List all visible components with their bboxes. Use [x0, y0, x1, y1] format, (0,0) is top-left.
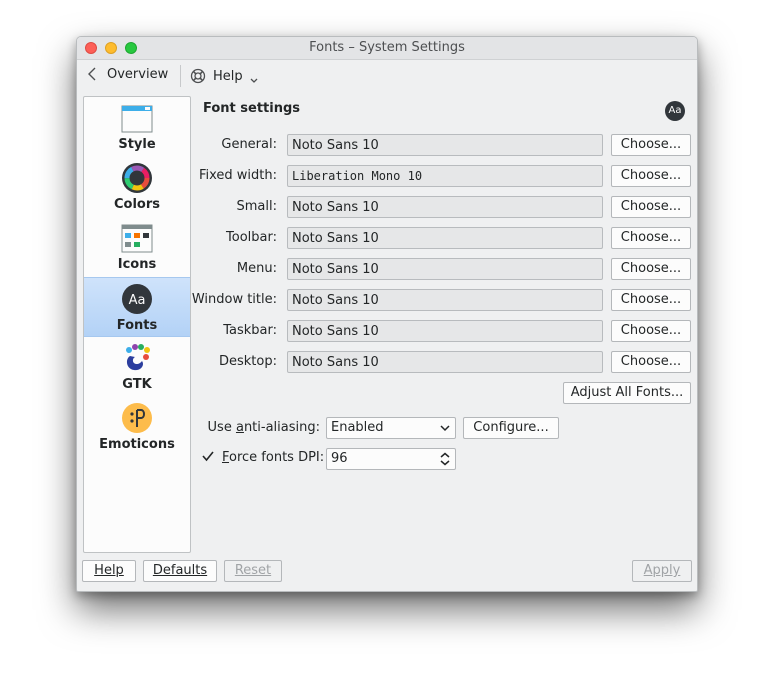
choose-fixed-width-button[interactable]: Choose... [611, 165, 691, 187]
choose-taskbar-button[interactable]: Choose... [611, 320, 691, 342]
general-font-field[interactable]: Noto Sans 10 [287, 134, 603, 156]
defaults-button[interactable]: Defaults [143, 560, 217, 582]
force-dpi-label: Force fonts DPI: [222, 450, 325, 465]
choose-general-button[interactable]: Choose... [611, 134, 691, 156]
choose-menu-button[interactable]: Choose... [611, 258, 691, 280]
fixed-width-label: Fixed width: [198, 168, 277, 183]
toolbar-font-field[interactable]: Noto Sans 10 [287, 227, 603, 249]
overview-button[interactable]: Overview [85, 66, 168, 82]
spin-arrows-icon [440, 452, 450, 466]
window-title: Fonts – System Settings [309, 40, 465, 55]
help-menu-button[interactable]: Help [190, 66, 259, 86]
chevron-left-icon [88, 67, 96, 81]
configure-button[interactable]: Configure... [463, 417, 559, 439]
window-title-label: Window title: [191, 292, 277, 307]
menu-font-field[interactable]: Noto Sans 10 [287, 258, 603, 280]
general-label: General: [221, 137, 277, 152]
panel-title: Font settings [203, 101, 301, 116]
taskbar-font-field[interactable]: Noto Sans 10 [287, 320, 603, 342]
chevron-down-icon [250, 78, 258, 83]
desktop-label: Desktop: [219, 354, 277, 369]
menu-label: Menu: [236, 261, 277, 276]
toolbar-separator [180, 65, 181, 87]
choose-toolbar-button[interactable]: Choose... [611, 227, 691, 249]
apply-button[interactable]: Apply [632, 560, 692, 582]
overview-label: Overview [107, 66, 169, 82]
dpi-spinbox[interactable]: 96 [326, 448, 456, 470]
fixed-width-font-field[interactable]: Liberation Mono 10 [287, 165, 603, 187]
antialias-label: Use anti-aliasing: [207, 420, 320, 435]
antialias-select[interactable]: Enabled [326, 417, 456, 439]
choose-window-title-button[interactable]: Choose... [611, 289, 691, 311]
chevron-down-icon [440, 425, 450, 432]
force-dpi-checkbox[interactable] [201, 449, 215, 463]
settings-window: Fonts – System Settings Overview Help St… [76, 36, 698, 592]
help-lifebuoy-icon [190, 68, 206, 84]
reset-button[interactable]: Reset [224, 560, 282, 582]
title-bar[interactable]: Fonts – System Settings [77, 37, 697, 60]
sidebar-item-label: GTK [122, 377, 152, 392]
choose-desktop-button[interactable]: Choose... [611, 351, 691, 373]
small-font-field[interactable]: Noto Sans 10 [287, 196, 603, 218]
help-button[interactable]: Help [82, 560, 136, 582]
fonts-badge-icon: Aa [665, 101, 685, 121]
window-title-font-field[interactable]: Noto Sans 10 [287, 289, 603, 311]
toolbar: Overview Help [77, 60, 697, 92]
help-label: Help [213, 68, 243, 84]
taskbar-label: Taskbar: [223, 323, 277, 338]
choose-small-button[interactable]: Choose... [611, 196, 691, 218]
desktop-font-field[interactable]: Noto Sans 10 [287, 351, 603, 373]
style-icon [121, 105, 153, 133]
sidebar-item-label: Emoticons [99, 437, 175, 452]
adjust-all-fonts-button[interactable]: Adjust All Fonts... [563, 382, 691, 404]
small-label: Small: [236, 199, 278, 214]
antialias-value: Enabled [331, 420, 384, 435]
dpi-value: 96 [331, 451, 348, 466]
toolbar-font-label: Toolbar: [226, 230, 277, 245]
